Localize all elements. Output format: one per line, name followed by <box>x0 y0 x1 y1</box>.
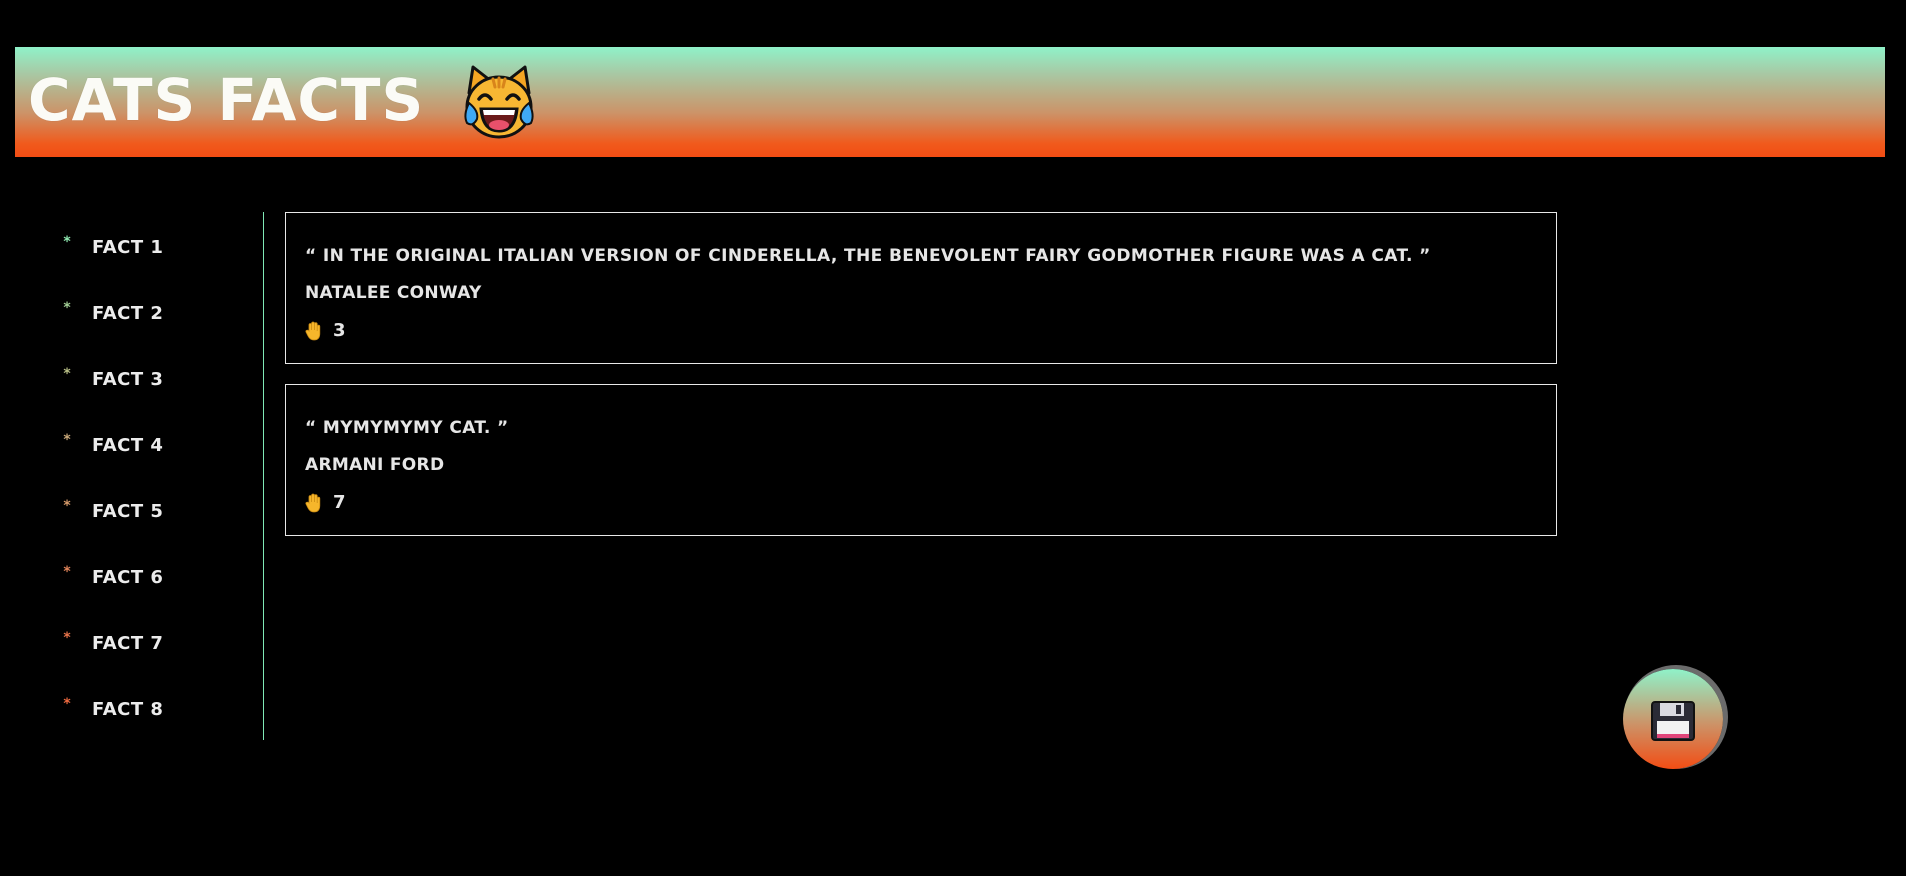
sidebar-item-label: FACT 8 <box>92 698 164 720</box>
asterisk-icon: * <box>63 366 71 382</box>
asterisk-icon: * <box>63 696 71 712</box>
save-button[interactable] <box>1623 669 1723 769</box>
sidebar-item-label: FACT 7 <box>92 632 164 654</box>
like-button[interactable]: 7 <box>305 492 346 513</box>
sidebar-item-label: FACT 4 <box>92 434 164 456</box>
fact-author: ARMANI FORD <box>305 455 445 475</box>
floppy-disk-icon <box>1651 701 1695 741</box>
header-banner: CATS FACTS <box>15 47 1885 157</box>
raised-hand-icon <box>305 493 321 512</box>
sidebar-item-fact-8[interactable]: * FACT 8 <box>60 694 163 724</box>
sidebar-item-fact-4[interactable]: * FACT 4 <box>60 430 163 460</box>
asterisk-icon: * <box>63 234 71 250</box>
sidebar-item-fact-6[interactable]: * FACT 6 <box>60 562 163 592</box>
sidebar-item-fact-5[interactable]: * FACT 5 <box>60 496 163 526</box>
asterisk-icon: * <box>63 498 71 514</box>
cat-with-tears-of-joy-icon <box>464 65 534 139</box>
sidebar-item-label: FACT 2 <box>92 302 164 324</box>
sidebar-item-fact-3[interactable]: * FACT 3 <box>60 364 163 394</box>
asterisk-icon: * <box>63 300 71 316</box>
sidebar-item-label: FACT 6 <box>92 566 164 588</box>
sidebar-item-label: FACT 3 <box>92 368 164 390</box>
sidebar-item-fact-1[interactable]: * FACT 1 <box>60 232 163 262</box>
likes-count: 7 <box>333 492 346 513</box>
asterisk-icon: * <box>63 630 71 646</box>
sidebar-item-label: FACT 5 <box>92 500 164 522</box>
fact-quote: “ IN THE ORIGINAL ITALIAN VERSION OF CIN… <box>305 246 1431 266</box>
fact-author: NATALEE CONWAY <box>305 283 482 303</box>
page-title: CATS FACTS <box>28 66 425 134</box>
likes-count: 3 <box>333 320 346 341</box>
sidebar-item-label: FACT 1 <box>92 236 164 258</box>
like-button[interactable]: 3 <box>305 320 346 341</box>
sidebar-item-fact-2[interactable]: * FACT 2 <box>60 298 163 328</box>
asterisk-icon: * <box>63 432 71 448</box>
asterisk-icon: * <box>63 564 71 580</box>
fact-quote: “ MYMYMYMY CAT. ” <box>305 418 509 438</box>
sidebar: * FACT 1 * FACT 2 * FACT 3 * FACT 4 * FA… <box>0 212 264 740</box>
raised-hand-icon <box>305 321 321 340</box>
sidebar-item-fact-7[interactable]: * FACT 7 <box>60 628 163 658</box>
fact-card: “ IN THE ORIGINAL ITALIAN VERSION OF CIN… <box>285 212 1557 364</box>
fact-card: “ MYMYMYMY CAT. ” ARMANI FORD 7 <box>285 384 1557 536</box>
